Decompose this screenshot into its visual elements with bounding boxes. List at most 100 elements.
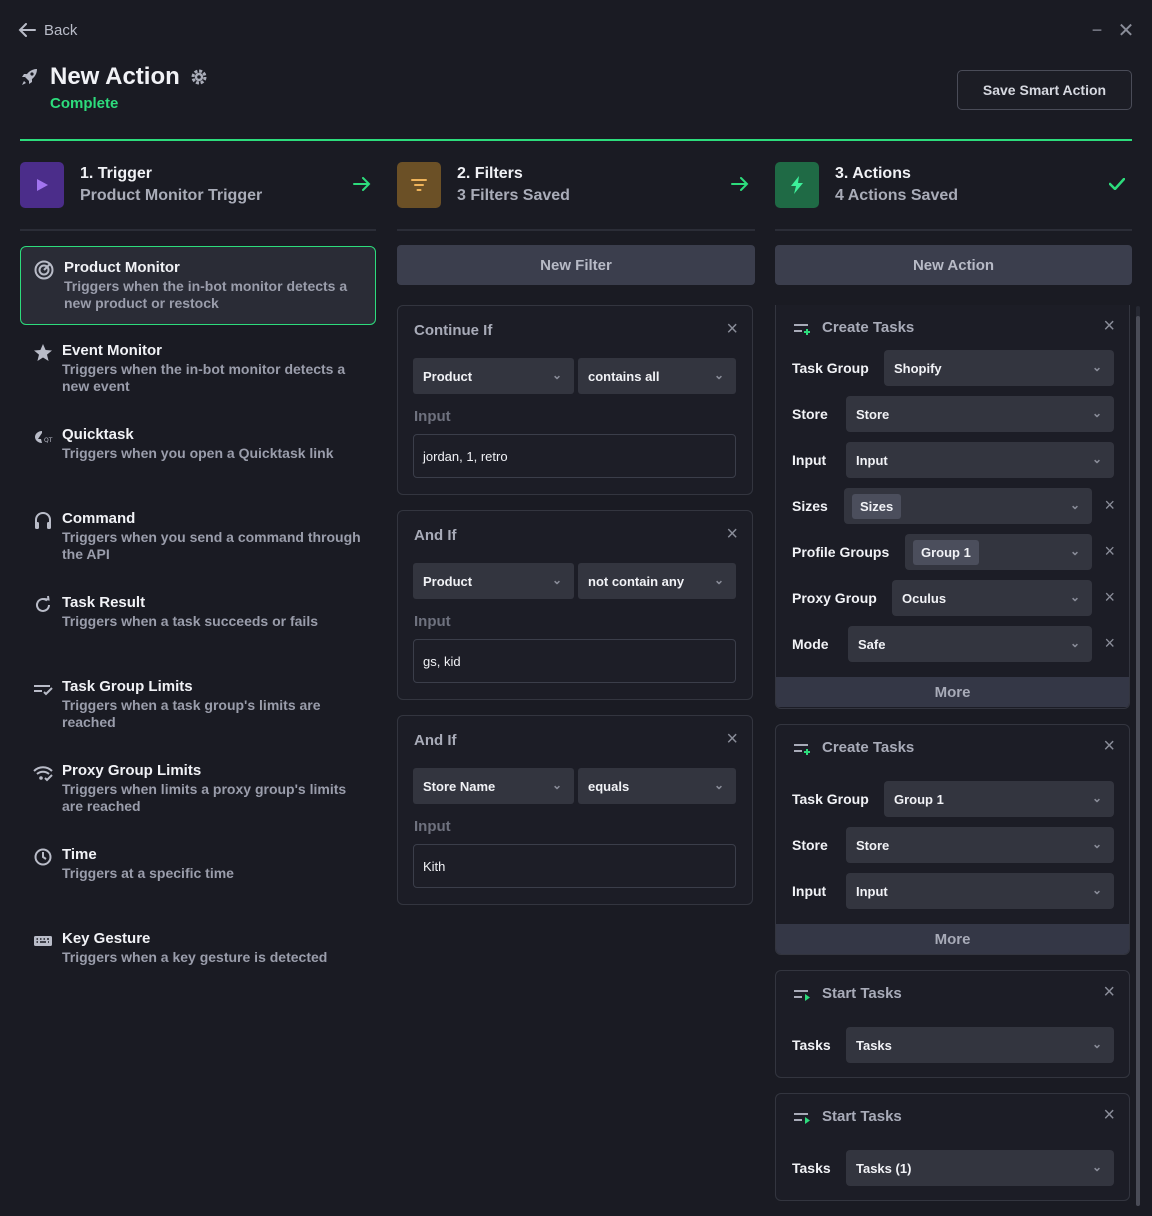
page-title: New Action — [50, 63, 180, 90]
chevron-down-icon: ⌄ — [1069, 544, 1080, 558]
field-label: Sizes — [792, 498, 828, 514]
trigger-product-monitor[interactable]: Product Monitor Triggers when the in-bot… — [20, 246, 376, 325]
mode-select[interactable]: Safe ⌄ — [848, 626, 1092, 662]
trigger-key-gesture[interactable]: Key Gesture Triggers when a key gesture … — [20, 918, 376, 998]
field-label: Mode — [792, 636, 829, 652]
more-button[interactable]: More — [776, 677, 1129, 707]
column-divider — [20, 229, 376, 231]
trigger-quicktask[interactable]: QT Quicktask Triggers when you open a Qu… — [20, 414, 376, 494]
trigger-time[interactable]: Time Triggers at a specific time — [20, 834, 376, 914]
chevron-down-icon: ⌄ — [1069, 498, 1080, 512]
proxy-group-select[interactable]: Oculus ⌄ — [892, 580, 1092, 616]
field-label: Input — [792, 452, 827, 468]
svg-text:QT: QT — [44, 437, 53, 444]
action-card-create-tasks: Create Tasks × Task Group Shopify ⌄ Store… — [775, 305, 1130, 709]
settings-gear-icon[interactable] — [190, 68, 208, 86]
trigger-description: Triggers when limits a proxy group's lim… — [62, 781, 347, 814]
quicktask-icon: QT — [33, 427, 53, 447]
task-group-select[interactable]: Shopify ⌄ — [884, 350, 1114, 386]
scrollbar-thumb[interactable] — [1136, 316, 1140, 1206]
trigger-description: Triggers at a specific time — [62, 865, 234, 881]
trigger-description: Triggers when the in-bot monitor detects… — [64, 278, 348, 311]
field-label: Task Group — [792, 791, 869, 807]
remove-field-icon[interactable]: × — [1104, 587, 1115, 608]
input-label: Input — [414, 408, 451, 425]
profile-chip: Group 1 — [913, 539, 979, 565]
rocket-icon — [20, 67, 40, 87]
field-label: Store — [792, 837, 828, 853]
filter-operator-select[interactable]: equals ⌄ — [578, 768, 736, 804]
remove-filter-icon[interactable]: × — [726, 728, 738, 751]
filter-field-select[interactable]: Product ⌄ — [413, 358, 574, 394]
task-group-select[interactable]: Group 1 ⌄ — [884, 781, 1114, 817]
store-select[interactable]: Store ⌄ — [846, 827, 1114, 863]
title-row: New Action — [20, 60, 208, 94]
filter-operator-select[interactable]: contains all ⌄ — [578, 358, 736, 394]
step-subtitle: 4 Actions Saved — [835, 187, 959, 204]
filter-value-input[interactable]: gs, kid — [413, 639, 736, 683]
step-actions[interactable]: 3. Actions 4 Actions Saved — [775, 160, 958, 210]
filter-field-select[interactable]: Product ⌄ — [413, 563, 574, 599]
remove-action-icon[interactable]: × — [1103, 1104, 1115, 1127]
trigger-proxy-group-limits[interactable]: Proxy Group Limits Triggers when limits … — [20, 750, 376, 830]
trigger-name: Product Monitor — [64, 259, 180, 276]
save-smart-action-button[interactable]: Save Smart Action — [957, 70, 1132, 110]
chevron-down-icon: ⌄ — [1091, 883, 1102, 897]
trigger-task-result[interactable]: Task Result Triggers when a task succeed… — [20, 582, 376, 662]
new-action-button[interactable]: New Action — [775, 245, 1132, 285]
remove-field-icon[interactable]: × — [1104, 541, 1115, 562]
input-label: Input — [414, 818, 451, 835]
column-divider — [397, 229, 755, 231]
remove-field-icon[interactable]: × — [1104, 495, 1115, 516]
field-label: Task Group — [792, 360, 869, 376]
remove-action-icon[interactable]: × — [1103, 735, 1115, 758]
step-title: 2. Filters — [457, 165, 523, 182]
remove-action-icon[interactable]: × — [1103, 981, 1115, 1004]
remove-action-icon[interactable]: × — [1103, 315, 1115, 338]
chevron-down-icon: ⌄ — [551, 573, 562, 587]
close-window-icon[interactable]: ✕ — [1116, 18, 1136, 42]
bolt-icon — [775, 162, 819, 208]
tasks-select[interactable]: Tasks (1) ⌄ — [846, 1150, 1114, 1186]
remove-field-icon[interactable]: × — [1104, 633, 1115, 654]
sizes-select[interactable]: Sizes ⌄ — [844, 488, 1092, 524]
remove-filter-icon[interactable]: × — [726, 523, 738, 546]
trigger-event-monitor[interactable]: Event Monitor Triggers when the in-bot m… — [20, 330, 376, 410]
store-select[interactable]: Store ⌄ — [846, 396, 1114, 432]
minimize-icon[interactable]: − — [1088, 18, 1106, 42]
chevron-down-icon: ⌄ — [713, 573, 724, 587]
filter-value-input[interactable]: jordan, 1, retro — [413, 434, 736, 478]
back-button[interactable]: Back — [18, 18, 77, 42]
filter-field-select[interactable]: Store Name ⌄ — [413, 768, 574, 804]
trigger-name: Task Group Limits — [62, 678, 193, 695]
filter-card: And If × Product ⌄ not contain any ⌄ Input… — [397, 510, 753, 700]
refresh-icon — [33, 595, 53, 615]
step-trigger[interactable]: 1. Trigger Product Monitor Trigger — [20, 160, 262, 210]
step-subtitle: 3 Filters Saved — [457, 187, 570, 204]
target-icon — [34, 260, 54, 280]
header-divider — [20, 139, 1132, 141]
more-button[interactable]: More — [776, 924, 1129, 954]
chevron-down-icon: ⌄ — [1091, 1037, 1102, 1051]
new-filter-button[interactable]: New Filter — [397, 245, 755, 285]
profile-groups-select[interactable]: Group 1 ⌄ — [905, 534, 1092, 570]
chevron-down-icon: ⌄ — [1069, 636, 1080, 650]
chevron-down-icon: ⌄ — [551, 778, 562, 792]
trigger-description: Triggers when you open a Quicktask link — [62, 445, 334, 461]
trigger-command[interactable]: Command Triggers when you send a command… — [20, 498, 376, 578]
trigger-description: Triggers when a task succeeds or fails — [62, 613, 318, 629]
input-select[interactable]: Input ⌄ — [846, 873, 1114, 909]
filter-value-input[interactable]: Kith — [413, 844, 736, 888]
filter-icon — [397, 162, 441, 208]
input-label: Input — [414, 613, 451, 630]
step-title: 1. Trigger — [80, 165, 153, 182]
action-card-create-tasks: Create Tasks × Task Group Group 1 ⌄ Store… — [775, 724, 1130, 955]
tasks-select[interactable]: Tasks ⌄ — [846, 1027, 1114, 1063]
trigger-task-group-limits[interactable]: Task Group Limits Triggers when a task g… — [20, 666, 376, 746]
trigger-name: Task Result — [62, 594, 146, 611]
input-select[interactable]: Input ⌄ — [846, 442, 1114, 478]
filter-operator-select[interactable]: not contain any ⌄ — [578, 563, 736, 599]
step-filters[interactable]: 2. Filters 3 Filters Saved — [397, 160, 570, 210]
remove-filter-icon[interactable]: × — [726, 318, 738, 341]
trigger-description: Triggers when a key gesture is detected — [62, 949, 328, 965]
